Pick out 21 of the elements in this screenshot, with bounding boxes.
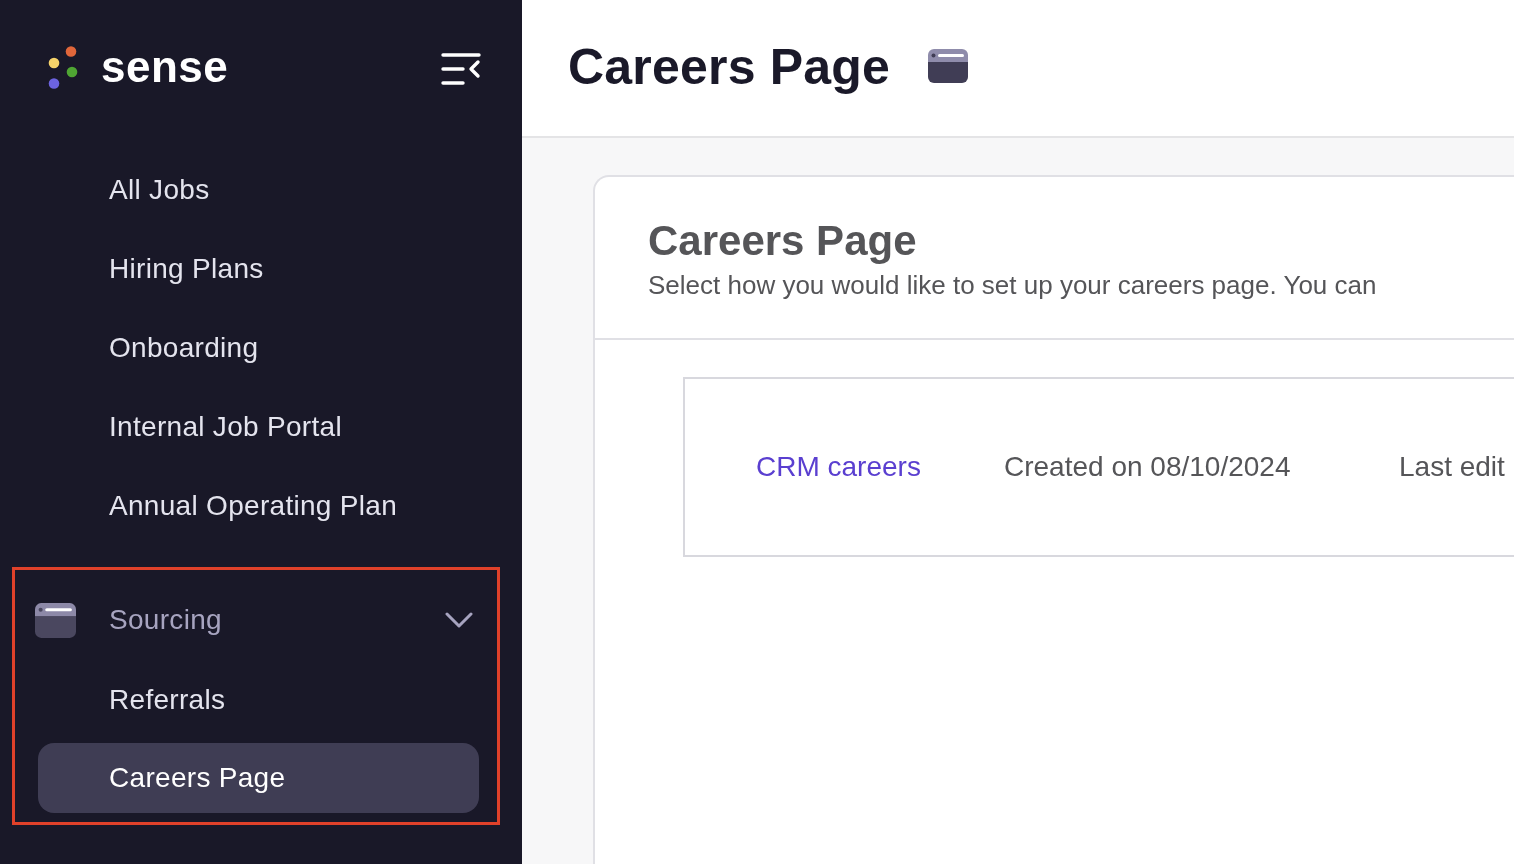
logo-text: sense (101, 44, 229, 90)
page-title: Careers Page (568, 42, 891, 92)
card-description: Select how you would like to set up your careers page. You can (648, 270, 1378, 300)
nav-item[interactable]: Referrals (15, 660, 497, 740)
card-title: Careers Page (648, 216, 918, 266)
browser-window-icon (928, 48, 969, 84)
collapse-sidebar-button[interactable] (441, 53, 481, 85)
chevron-icon (445, 612, 473, 628)
browser-window-icon (35, 602, 76, 638)
created-date: Created on 08/10/2024 (1004, 450, 1292, 484)
logo-dots-icon (48, 46, 78, 91)
nav-item[interactable]: Onboarding (0, 308, 522, 387)
nav-item[interactable]: All Jobs (0, 150, 522, 229)
nav-item[interactable]: Careers Page (38, 743, 479, 813)
last-edited-text: Last edit (1399, 450, 1505, 484)
careers-page-link[interactable]: CRM careers (756, 446, 1004, 488)
menu-collapse-icon (441, 53, 481, 85)
nav-item[interactable]: Annual Operating Plan (0, 466, 522, 545)
sourcing-group-toggle[interactable]: Sourcing (15, 580, 497, 660)
nav-item[interactable]: Hiring Plans (0, 229, 522, 308)
nav-item[interactable]: Internal Job Portal (0, 387, 522, 466)
